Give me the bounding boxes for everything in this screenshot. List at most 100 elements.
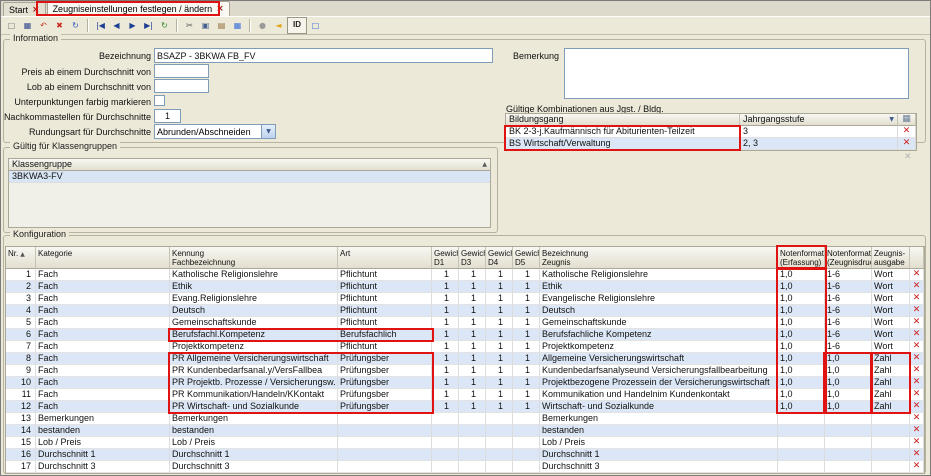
table-row[interactable]: BK 2-3-j.Kaufmännisch für Abiturienten-T… bbox=[506, 126, 916, 138]
delete-row-button[interactable]: ✕ bbox=[898, 126, 916, 138]
notenformat-zeugnisdruck-cell bbox=[825, 425, 872, 437]
table-row[interactable]: 8FachPR Allgemeine Versicherungswirtscha… bbox=[6, 353, 924, 365]
delete-row-button[interactable]: ✕ bbox=[910, 293, 924, 305]
column-header-nr[interactable]: Nr.▲ bbox=[6, 247, 36, 269]
delete-row-button[interactable]: ✕ bbox=[910, 449, 924, 461]
undo-icon[interactable]: ↶ bbox=[36, 18, 51, 33]
paste-icon[interactable]: ▤ bbox=[214, 18, 229, 33]
table-row[interactable]: 10FachPR Projektb. Prozesse / Versicheru… bbox=[6, 377, 924, 389]
bezeichnung-input[interactable] bbox=[154, 48, 493, 63]
toolbar-separator bbox=[249, 19, 251, 32]
last-record-icon[interactable]: ▶| bbox=[141, 18, 156, 33]
delete-row-button[interactable]: ✕ bbox=[910, 341, 924, 353]
table-row[interactable]: 6FachBerufsfachl.KompetenzBerufsfachlich… bbox=[6, 329, 924, 341]
delete-row-button[interactable]: ✕ bbox=[910, 389, 924, 401]
column-header-bezeichnung[interactable]: Bezeichnung Zeugnis bbox=[540, 247, 778, 269]
gewicht-d5-cell: 1 bbox=[513, 365, 540, 377]
kategorie-cell: Fach bbox=[36, 353, 170, 365]
prior-record-icon[interactable]: ◀ bbox=[109, 18, 124, 33]
gewicht-d3-cell bbox=[459, 437, 486, 449]
preis-input[interactable] bbox=[154, 64, 209, 78]
copy-icon[interactable]: ▣ bbox=[198, 18, 213, 33]
preview-grid-icon[interactable]: ▦ bbox=[230, 18, 245, 33]
table-row[interactable]: 5FachGemeinschaftskundePflichtunt1111Gem… bbox=[6, 317, 924, 329]
refresh-icon[interactable]: ↻ bbox=[68, 18, 83, 33]
delete-row-button[interactable]: ✕ bbox=[910, 437, 924, 449]
rundungsart-dropdown[interactable]: Abrunden/Abschneiden ▼ bbox=[154, 124, 276, 139]
table-row[interactable]: 9FachPR Kundenbedarfsanal.y/VersFallbeaP… bbox=[6, 365, 924, 377]
delete-row-button[interactable]: ✕ bbox=[910, 413, 924, 425]
delete-row-button[interactable]: ✕ bbox=[910, 461, 924, 473]
delete-row-button[interactable]: ✕ bbox=[910, 365, 924, 377]
gewicht-d4-cell bbox=[486, 437, 513, 449]
gewicht-d4-cell: 1 bbox=[486, 377, 513, 389]
dropdown-arrow-icon[interactable]: ▼ bbox=[261, 125, 275, 138]
column-header-bildungsgang[interactable]: Bildungsgang bbox=[506, 114, 740, 126]
table-row[interactable]: 14bestandenbestandenbestanden✕ bbox=[6, 425, 924, 437]
delete-row-button[interactable]: ✕ bbox=[910, 377, 924, 389]
art-cell bbox=[338, 437, 432, 449]
jahrgangsstufe-cell: 3 bbox=[740, 126, 898, 138]
tab-zeugniseinstellungen[interactable]: Zeugniseinstellungen festlegen / ändern× bbox=[47, 1, 230, 16]
notenformat-erfassung-cell: 1,0 bbox=[778, 281, 825, 293]
delete-row-button[interactable]: ✕ bbox=[910, 425, 924, 437]
lock-icon[interactable]: ● bbox=[255, 18, 270, 33]
column-header-kategorie[interactable]: Kategorie bbox=[36, 247, 170, 269]
next-record-icon[interactable]: ▶ bbox=[125, 18, 140, 33]
reload-icon[interactable]: ↻ bbox=[157, 18, 172, 33]
table-row[interactable]: 13BemerkungenBemerkungenBemerkungen✕ bbox=[6, 413, 924, 425]
delete-row-button[interactable]: ✕ bbox=[910, 281, 924, 293]
gewicht-d3-cell: 1 bbox=[459, 389, 486, 401]
column-header-gewicht-d4[interactable]: Gewicht D4 bbox=[486, 247, 513, 269]
table-row[interactable]: 7FachProjektkompetenzPflichtunt1111Proje… bbox=[6, 341, 924, 353]
delete-row-button[interactable]: ✕ bbox=[910, 305, 924, 317]
lob-input[interactable] bbox=[154, 79, 209, 93]
delete-row-button[interactable]: ✕ bbox=[910, 401, 924, 413]
unterpunktungen-checkbox[interactable] bbox=[154, 95, 165, 106]
column-header-jahrgangsstufe[interactable]: Jahrgangsstufe▼ bbox=[740, 114, 898, 126]
table-row[interactable]: 2FachEthikPflichtunt1111Ethik1,01-6Wort✕ bbox=[6, 281, 924, 293]
tab-close-icon[interactable]: × bbox=[216, 4, 224, 14]
megaphone-icon[interactable]: ◄ bbox=[271, 18, 286, 33]
tab-close-icon[interactable]: × bbox=[32, 5, 40, 15]
tab-start[interactable]: Start× bbox=[3, 2, 46, 16]
column-header-notenformat-erfassung[interactable]: Notenformat (Erfassung) bbox=[778, 247, 825, 269]
column-chooser-button[interactable]: ▦ bbox=[898, 114, 916, 126]
column-header-notenformat-zeugnisdruck[interactable]: Notenformat (Zeugnisdruck) bbox=[825, 247, 872, 269]
delete-row-button[interactable]: ✕ bbox=[910, 329, 924, 341]
new-document-icon[interactable]: □ bbox=[4, 18, 19, 33]
table-row[interactable]: BS Wirtschaft/Verwaltung2, 3✕ bbox=[506, 138, 916, 150]
bemerkung-textarea[interactable] bbox=[564, 48, 909, 99]
column-header-zeugnisausgabe[interactable]: Zeugnis- ausgabe bbox=[872, 247, 910, 269]
delete-row-button[interactable]: ✕ bbox=[898, 138, 916, 150]
nachkommastellen-input[interactable] bbox=[154, 109, 181, 123]
column-header-klassengruppe[interactable]: Klassengruppe▲ bbox=[9, 159, 490, 171]
id-button[interactable]: ID bbox=[287, 17, 307, 34]
gewicht-d5-cell: 1 bbox=[513, 305, 540, 317]
column-header-gewicht-d3[interactable]: Gewicht D3 bbox=[459, 247, 486, 269]
cut-icon[interactable]: ✂ bbox=[182, 18, 197, 33]
table-row[interactable]: 16Durchschnitt 1Durchschnitt 1Durchschni… bbox=[6, 449, 924, 461]
table-row[interactable]: 4FachDeutschPflichtunt1111Deutsch1,01-6W… bbox=[6, 305, 924, 317]
table-row[interactable]: 3FachEvang.ReligionslehrePflichtunt1111E… bbox=[6, 293, 924, 305]
table-row[interactable]: 12FachPR Wirtschaft- und SozialkundePrüf… bbox=[6, 401, 924, 413]
delete-row-button[interactable]: ✕ bbox=[910, 269, 924, 281]
delete-record-icon[interactable]: ✖ bbox=[52, 18, 67, 33]
dropdown-arrow-icon[interactable]: ▼ bbox=[889, 114, 894, 125]
save-icon[interactable]: ▦ bbox=[20, 18, 35, 33]
column-header-art[interactable]: Art bbox=[338, 247, 432, 269]
delete-row-button[interactable]: ✕ bbox=[910, 353, 924, 365]
notenformat-zeugnisdruck-cell: 1,0 bbox=[825, 353, 872, 365]
bezeichnung-cell: Projektbezogene Prozessein der Versicher… bbox=[540, 377, 778, 389]
delete-row-button[interactable]: ✕ bbox=[910, 317, 924, 329]
table-row[interactable]: 1FachKatholische ReligionslehrePflichtun… bbox=[6, 269, 924, 281]
table-row[interactable]: 15Lob / PreisLob / PreisLob / Preis✕ bbox=[6, 437, 924, 449]
table-row[interactable]: 3BKWA3-FV bbox=[9, 171, 490, 183]
table-row[interactable]: 17Durchschnitt 3Durchschnitt 3Durchschni… bbox=[6, 461, 924, 473]
table-row[interactable]: 11FachPR Kommunikation/Handeln/KKontaktP… bbox=[6, 389, 924, 401]
column-header-gewicht-d5[interactable]: Gewicht D5 bbox=[513, 247, 540, 269]
column-header-kennung[interactable]: Kennung Fachbezeichnung bbox=[170, 247, 338, 269]
column-header-gewicht-d1[interactable]: Gewicht D1 bbox=[432, 247, 459, 269]
window-icon[interactable]: □ bbox=[308, 18, 323, 33]
first-record-icon[interactable]: |◀ bbox=[93, 18, 108, 33]
